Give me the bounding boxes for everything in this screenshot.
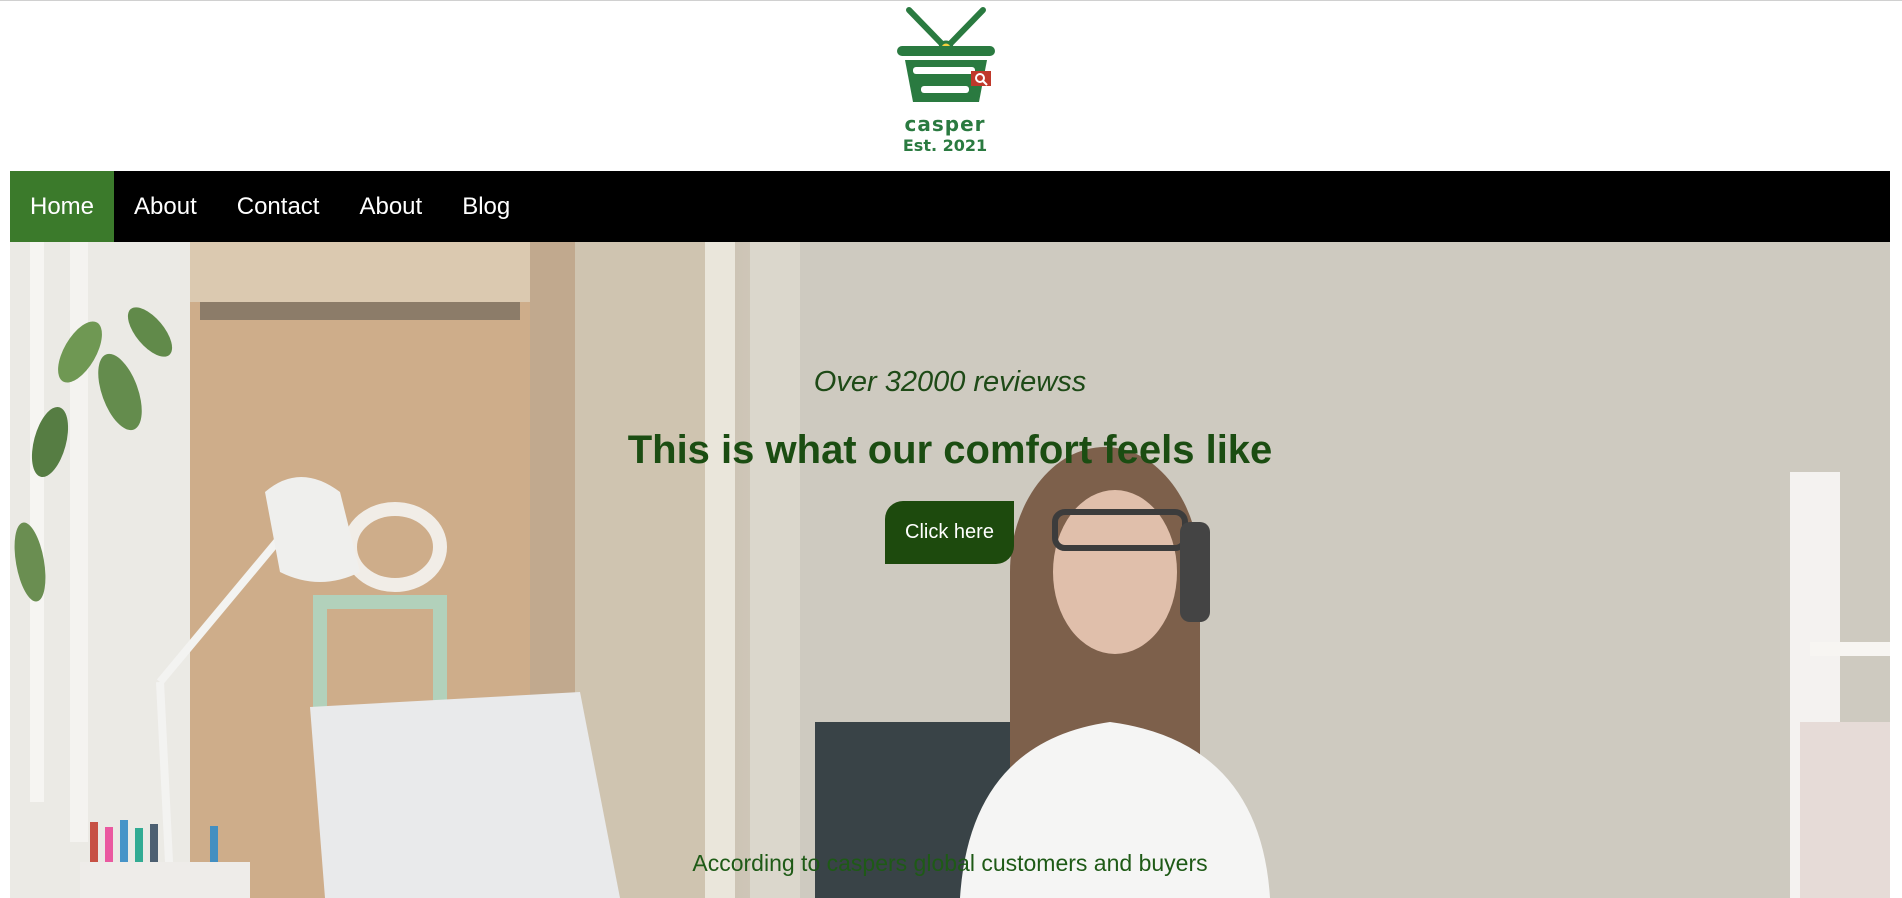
- hero-content: Over 32000 reviewss This is what our com…: [10, 242, 1890, 898]
- hero-headline: This is what our comfort feels like: [627, 428, 1273, 472]
- nav-item-contact[interactable]: Contact: [217, 171, 340, 242]
- brand-logo[interactable]: casper Est. 2021: [895, 6, 995, 156]
- reviews-count-text: Over 32000 reviewss: [813, 366, 1087, 398]
- hero-banner: Over 32000 reviewss This is what our com…: [10, 242, 1890, 898]
- nav-item-about[interactable]: About: [114, 171, 217, 242]
- brand-established: Est. 2021: [902, 136, 988, 155]
- main-navigation: Home About Contact About Blog: [10, 171, 1890, 242]
- nav-item-blog[interactable]: Blog: [442, 171, 530, 242]
- click-here-button[interactable]: Click here: [885, 501, 1014, 564]
- hero-caption: According to caspers global customers an…: [692, 850, 1208, 876]
- nav-item-home[interactable]: Home: [10, 171, 115, 242]
- shopping-basket-icon: [897, 7, 995, 102]
- site-header: casper Est. 2021: [0, 0, 1902, 171]
- brand-name: casper: [904, 112, 986, 136]
- nav-item-about-2[interactable]: About: [339, 171, 442, 242]
